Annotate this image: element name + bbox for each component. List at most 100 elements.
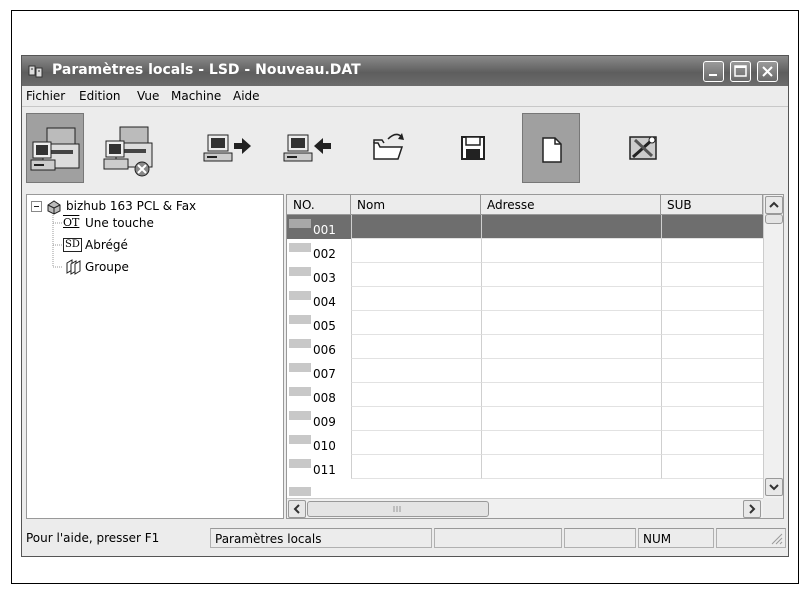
address-cell	[481, 311, 661, 335]
name-cell	[351, 263, 481, 287]
group-icon	[66, 259, 81, 275]
address-cell	[481, 263, 661, 287]
name-cell	[351, 287, 481, 311]
column-header-sub[interactable]: SUB	[661, 195, 763, 215]
entry-type-icon	[289, 363, 311, 372]
address-list: NO. Nom Adresse SUB 001 002 003 004 005 006 00…	[286, 194, 784, 519]
table-row[interactable]: 010	[287, 431, 763, 455]
horizontal-scroll-thumb[interactable]	[307, 501, 489, 517]
tree-panel: bizhub 163 PCL & Fax OT Une touche SD Ab…	[26, 194, 284, 519]
menu-machine[interactable]: Machine	[171, 89, 221, 103]
row-number-cell: 005	[287, 311, 351, 335]
row-number: 008	[313, 391, 336, 405]
entry-type-icon	[289, 387, 311, 396]
save-floppy-icon	[461, 136, 485, 160]
address-cell	[481, 215, 661, 239]
status-mode: Paramètres locals	[210, 528, 432, 548]
chevron-up-icon	[769, 201, 779, 208]
close-button[interactable]	[757, 61, 778, 82]
column-header-nom[interactable]: Nom	[351, 195, 481, 215]
close-icon	[762, 66, 773, 77]
table-row[interactable]: 006	[287, 335, 763, 359]
row-number: 004	[313, 295, 336, 309]
vertical-scrollbar[interactable]	[763, 195, 783, 498]
table-row[interactable]: 005	[287, 311, 763, 335]
toolbar-button-open[interactable]	[358, 113, 416, 183]
row-number: 006	[313, 343, 336, 357]
tree-root-label: bizhub 163 PCL & Fax	[66, 199, 197, 213]
row-number-cell: 011	[287, 455, 351, 479]
row-number: 011	[313, 463, 336, 477]
table-row[interactable]: 003	[287, 263, 763, 287]
row-number-cell: 002	[287, 239, 351, 263]
name-cell	[351, 431, 481, 455]
toolbar-button-machine[interactable]	[26, 113, 84, 183]
entry-type-icon	[289, 267, 311, 276]
grip-icon	[393, 506, 401, 512]
scroll-up-button[interactable]	[765, 196, 783, 214]
menu-vue[interactable]: Vue	[137, 89, 159, 103]
maximize-button[interactable]	[730, 61, 751, 82]
new-document-icon	[542, 137, 562, 163]
table-row[interactable]: 002	[287, 239, 763, 263]
table-row[interactable]: 001	[287, 215, 763, 239]
toolbar-button-delete-machine[interactable]	[100, 113, 158, 183]
row-number-cell: 009	[287, 407, 351, 431]
copier-delete-icon	[103, 126, 153, 177]
row-number-cell: 004	[287, 287, 351, 311]
tree-item-label: Abrégé	[85, 238, 128, 252]
sub-cell	[661, 239, 763, 263]
column-header-no[interactable]: NO.	[287, 195, 351, 215]
name-cell	[351, 311, 481, 335]
minimize-button[interactable]	[703, 61, 724, 82]
table-row[interactable]: 008	[287, 383, 763, 407]
chevron-left-icon	[293, 504, 300, 514]
sub-cell	[661, 287, 763, 311]
address-cell	[481, 359, 661, 383]
row-number-cell: 008	[287, 383, 351, 407]
status-help: Pour l'aide, presser F1	[26, 531, 160, 545]
toolbar-button-settings[interactable]	[614, 113, 672, 183]
chevron-down-icon	[769, 484, 779, 491]
menu-edition[interactable]: Edition	[79, 89, 121, 103]
entry-type-icon	[289, 435, 311, 444]
sub-cell	[661, 311, 763, 335]
sub-cell	[661, 215, 763, 239]
table-row[interactable]: 009	[287, 407, 763, 431]
vertical-scroll-thumb[interactable]	[765, 214, 783, 224]
open-folder-icon	[373, 133, 404, 160]
scroll-right-button[interactable]	[743, 500, 761, 518]
menu-fichier[interactable]: Fichier	[26, 89, 65, 103]
scrollbar-corner	[763, 498, 783, 518]
toolbar-button-send[interactable]	[196, 113, 254, 183]
scroll-down-button[interactable]	[765, 478, 783, 496]
column-header-adresse[interactable]: Adresse	[481, 195, 661, 215]
status-pane-empty-2	[564, 528, 636, 548]
scroll-left-button[interactable]	[288, 500, 306, 518]
row-number: 009	[313, 415, 336, 429]
toolbar-button-receive[interactable]	[276, 113, 334, 183]
menu-aide[interactable]: Aide	[233, 89, 260, 103]
speed-dial-icon: SD	[63, 238, 82, 252]
table-row[interactable]: 011	[287, 455, 763, 479]
row-number-cell: 006	[287, 335, 351, 359]
title-bar[interactable]: Paramètres locals - LSD - Nouveau.DAT	[22, 56, 788, 86]
horizontal-scrollbar[interactable]	[287, 498, 763, 518]
table-row[interactable]: 007	[287, 359, 763, 383]
address-cell	[481, 239, 661, 263]
tree-lines	[52, 215, 63, 268]
address-cell	[481, 287, 661, 311]
chevron-right-icon	[749, 504, 756, 514]
row-number-cell: 010	[287, 431, 351, 455]
window-title: Paramètres locals - LSD - Nouveau.DAT	[52, 62, 361, 78]
collapse-icon[interactable]	[31, 201, 43, 213]
tree-item-label: Une touche	[85, 216, 154, 230]
toolbar-button-new[interactable]	[522, 113, 580, 183]
entry-type-icon	[289, 315, 311, 324]
resize-grip-icon[interactable]	[769, 531, 783, 545]
table-row[interactable]: 004	[287, 287, 763, 311]
name-cell	[351, 455, 481, 479]
toolbar-button-save[interactable]	[444, 113, 502, 183]
tree-item-label: Groupe	[85, 260, 129, 274]
list-row-partial	[289, 487, 311, 496]
